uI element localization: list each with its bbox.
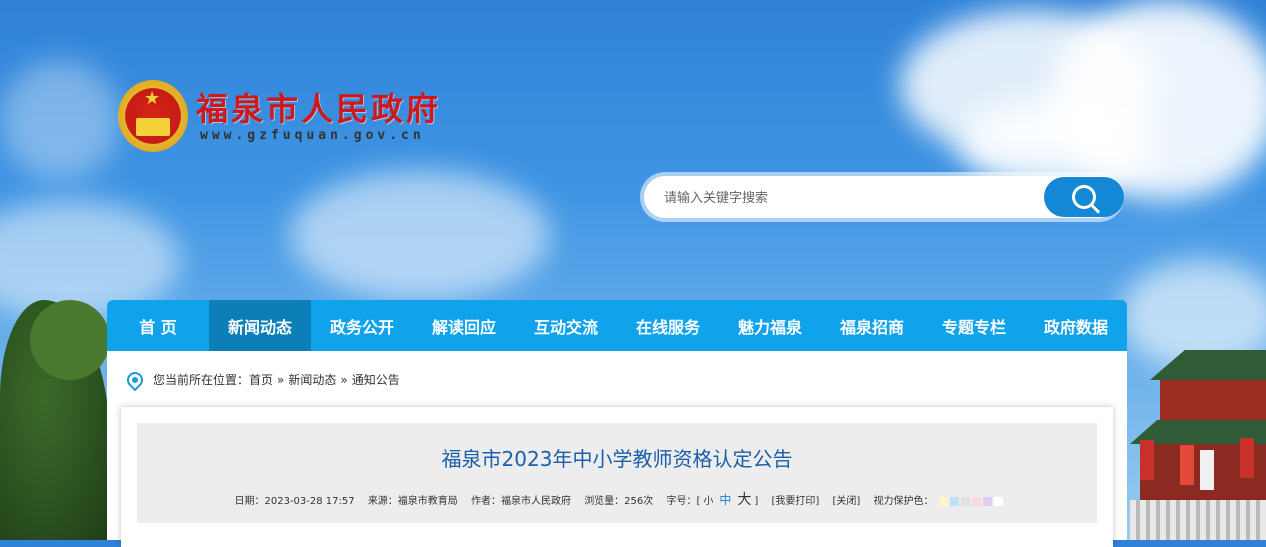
nav-item-special-topics[interactable]: 专题专栏 [923, 300, 1025, 351]
nav-item-news[interactable]: 新闻动态 [209, 300, 311, 351]
background-flag [1180, 445, 1194, 485]
cloud [0, 60, 120, 180]
font-size-label: 字号：[ [666, 496, 701, 507]
main-content: 您当前所在位置： 首页 » 新闻动态 » 通知公告 福泉市2023年中小学教师资… [107, 351, 1127, 547]
close-button[interactable]: [关闭] [832, 496, 860, 507]
eye-care-swatch[interactable] [983, 496, 993, 506]
cloud [290, 170, 550, 300]
breadcrumb-item-home[interactable]: 首页 [249, 371, 273, 388]
eye-care-swatch[interactable] [972, 496, 982, 506]
article-views: 浏览量：256次 [584, 496, 654, 507]
site-url: www.gzfuquan.gov.cn [200, 128, 425, 143]
site-title[interactable]: 福泉市人民政府 [196, 84, 441, 130]
article-meta: 日期：2023-03-28 17:57 来源：福泉市教育局 作者：福泉市人民政府… [137, 489, 1097, 509]
eye-care-swatch[interactable] [939, 496, 949, 506]
nav-item-interaction[interactable]: 互动交流 [515, 300, 617, 351]
location-pin-icon [123, 368, 147, 391]
eye-care-swatch[interactable] [950, 496, 960, 506]
nav-item-gov-affairs[interactable]: 政务公开 [311, 300, 413, 351]
font-size-close-bracket: ] [754, 496, 759, 507]
eye-care-swatch[interactable] [961, 496, 971, 506]
nav-item-investment[interactable]: 福泉招商 [821, 300, 923, 351]
background-tree [30, 300, 110, 380]
main-nav: 首 页 新闻动态 政务公开 解读回应 互动交流 在线服务 魅力福泉 福泉招商 专… [107, 300, 1127, 351]
search-button[interactable] [1044, 177, 1124, 217]
breadcrumb: 您当前所在位置： 首页 » 新闻动态 » 通知公告 [123, 368, 400, 391]
breadcrumb-prefix: 您当前所在位置： [153, 373, 250, 387]
font-size-large-button[interactable]: 大 [737, 492, 751, 508]
article-source: 来源：福泉市教育局 [367, 496, 458, 507]
nav-item-interpretation[interactable]: 解读回应 [413, 300, 515, 351]
national-emblem-logo[interactable]: ★ [118, 80, 188, 152]
background-flag [1140, 440, 1154, 480]
background-flag [1240, 438, 1254, 478]
eye-care-swatch[interactable] [994, 496, 1004, 506]
nav-item-gov-data[interactable]: 政府数据 [1025, 300, 1127, 351]
font-size-medium-button[interactable]: 中 [719, 493, 731, 507]
search-input[interactable] [662, 184, 1026, 212]
breadcrumb-separator: » [277, 372, 285, 387]
eye-care-label: 视力保护色： [873, 496, 934, 507]
article-panel: 福泉市2023年中小学教师资格认定公告 日期：2023-03-28 17:57 … [121, 407, 1113, 547]
breadcrumb-item-notices[interactable]: 通知公告 [352, 371, 400, 388]
print-button[interactable]: [我要打印] [771, 496, 819, 507]
font-size-small-button[interactable]: 小 [703, 496, 713, 507]
background-railing [1130, 500, 1266, 540]
article-title: 福泉市2023年中小学教师资格认定公告 [441, 447, 793, 471]
breadcrumb-item-news[interactable]: 新闻动态 [288, 371, 336, 388]
background-flag [1200, 450, 1214, 490]
article-header: 福泉市2023年中小学教师资格认定公告 日期：2023-03-28 17:57 … [137, 423, 1097, 523]
nav-item-home[interactable]: 首 页 [107, 300, 209, 351]
article-date: 日期：2023-03-28 17:57 [234, 496, 355, 507]
article-author: 作者：福泉市人民政府 [471, 496, 571, 507]
nav-item-online-service[interactable]: 在线服务 [617, 300, 719, 351]
emblem-icon: ★ [118, 80, 188, 152]
breadcrumb-separator: » [340, 372, 348, 387]
search-box [640, 172, 1124, 222]
nav-item-charm[interactable]: 魅力福泉 [719, 300, 821, 351]
